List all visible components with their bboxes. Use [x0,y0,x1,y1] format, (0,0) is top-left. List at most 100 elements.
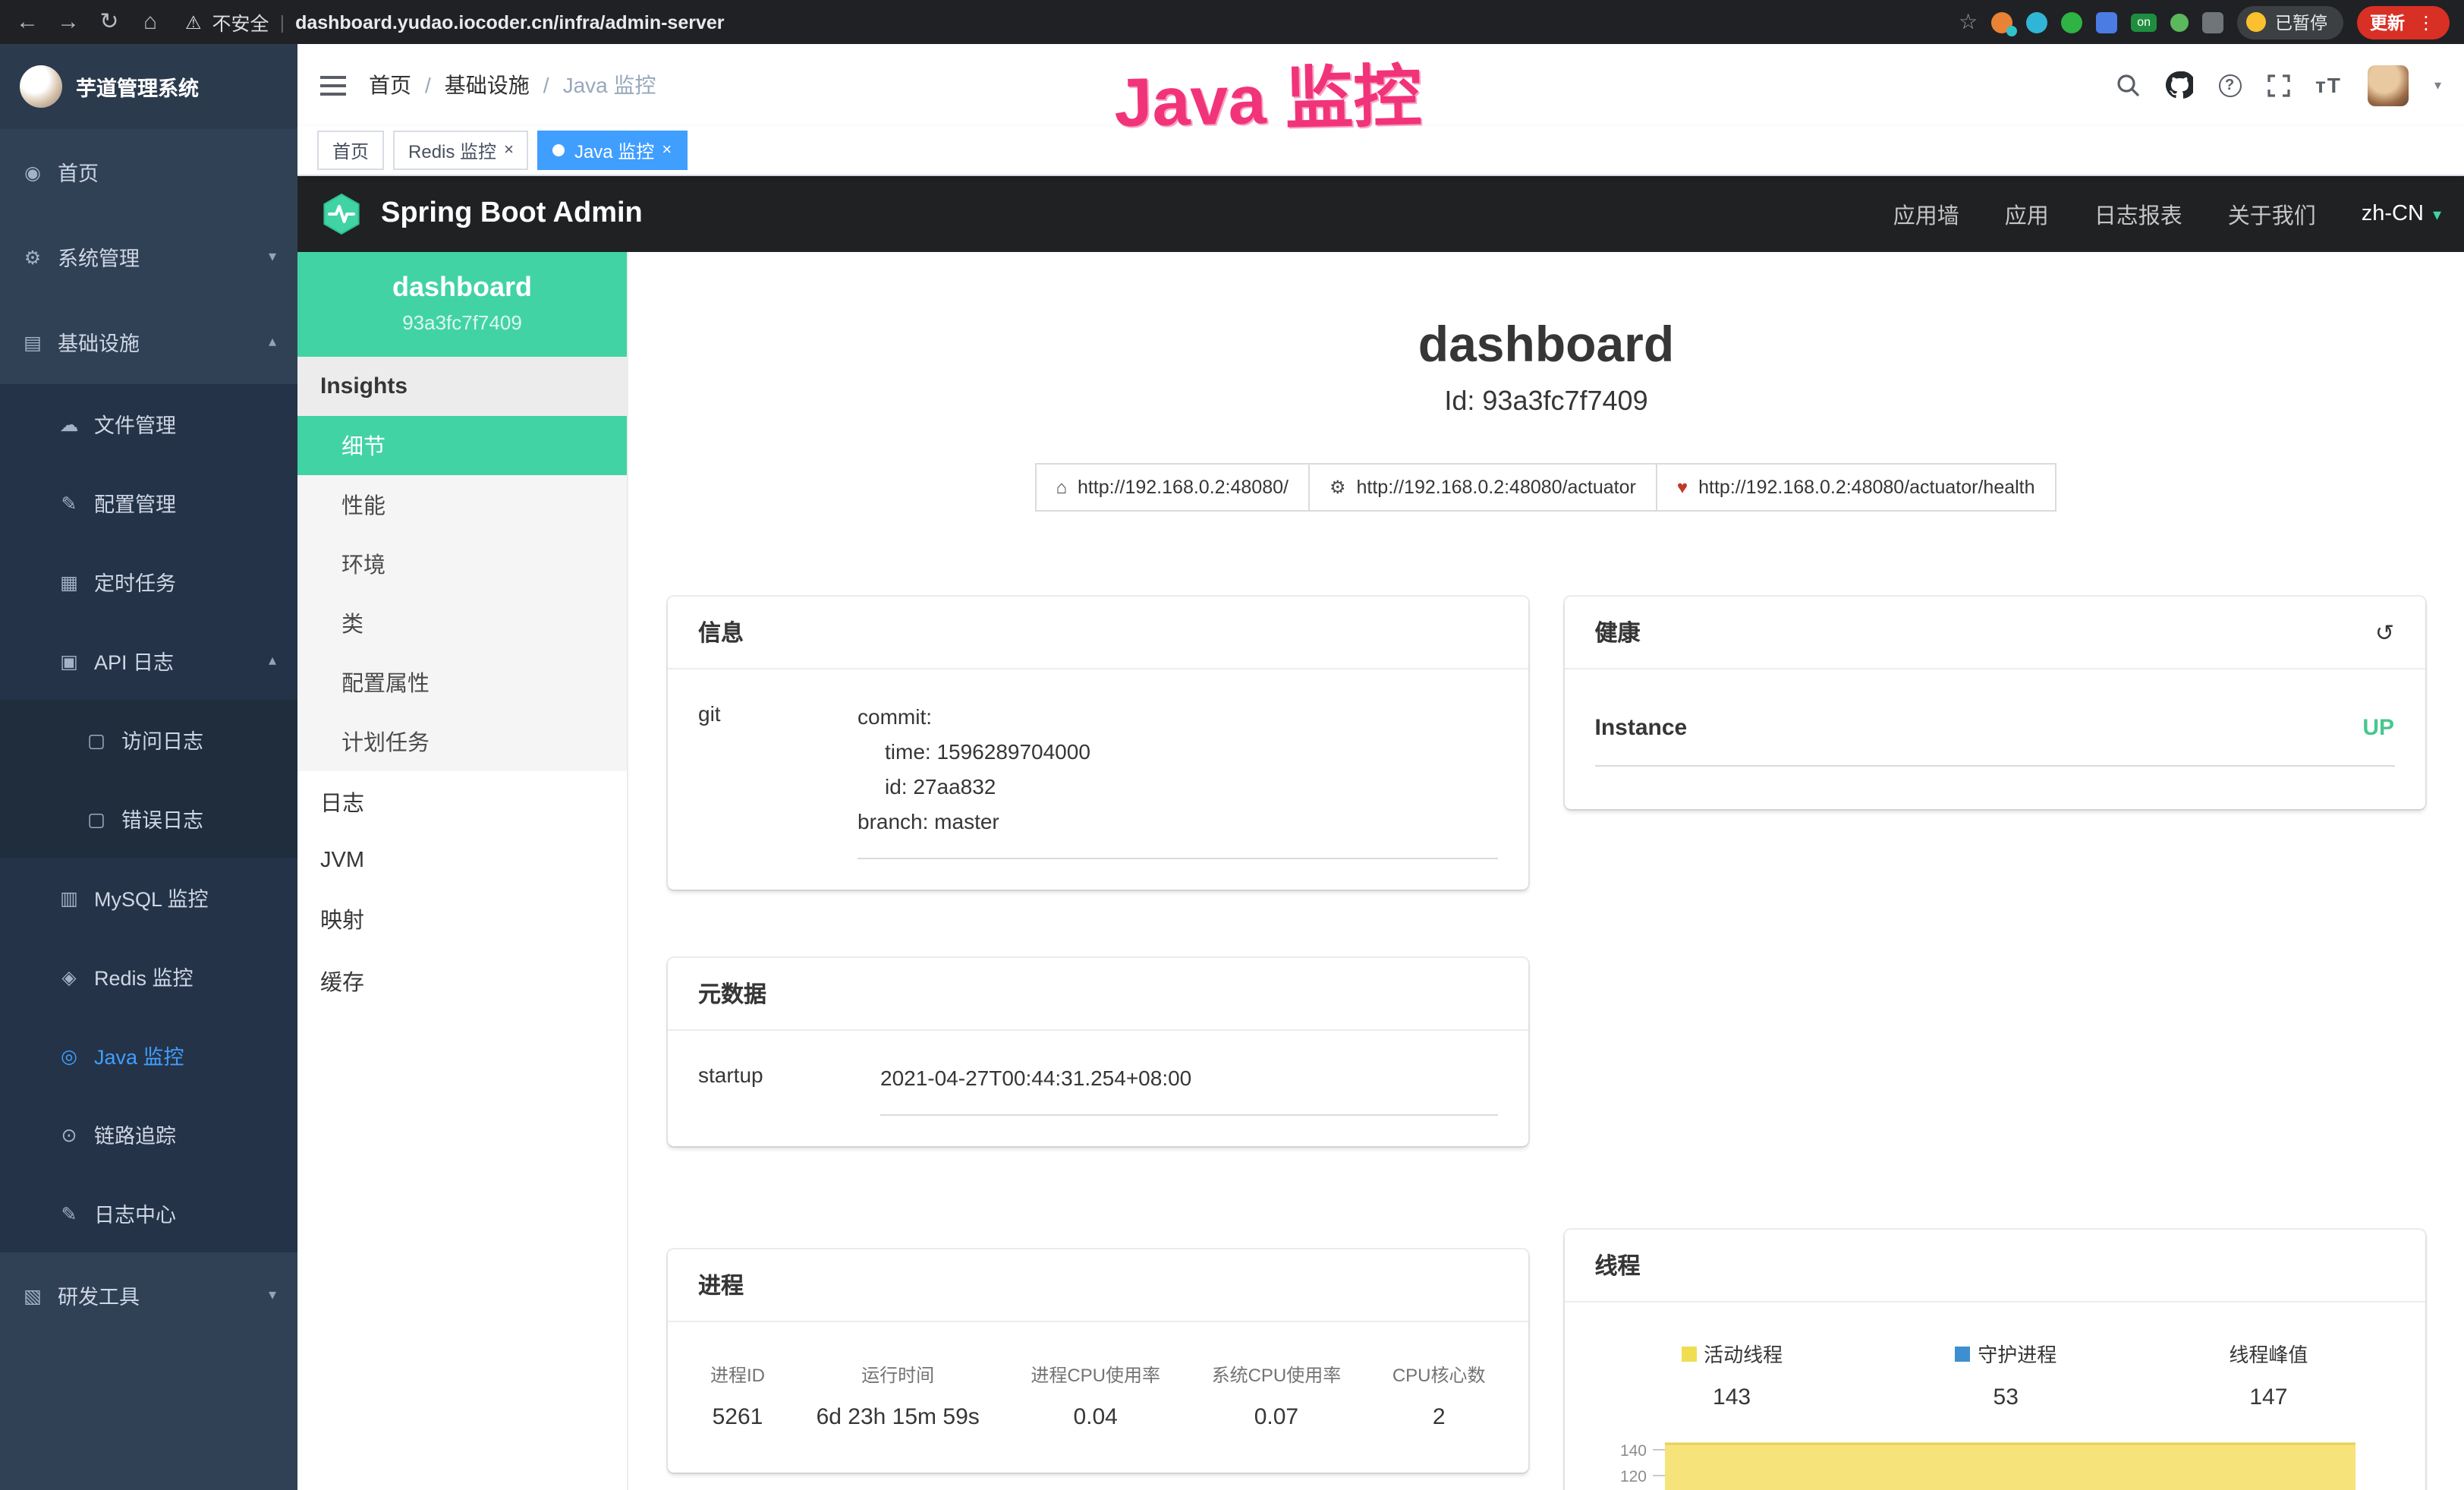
github-icon[interactable] [2165,71,2192,99]
sba-item-mappings[interactable]: 映射 [297,888,627,950]
sba-nav-applications[interactable]: 应用 [2005,198,2049,230]
browser-update-button[interactable]: 更新 ⋮ [2356,5,2449,39]
url-text[interactable]: dashboard.yudao.iocoder.cn/infra/admin-s… [295,11,724,33]
font-size-icon[interactable]: тT [2315,73,2342,97]
health-url-button[interactable]: ♥ http://192.168.0.2:48080/actuator/heal… [1656,463,2056,512]
sidebar-item-tracing[interactable]: ⊙ 链路追踪 [0,1095,297,1173]
avatar[interactable] [2368,65,2409,106]
close-icon[interactable]: × [662,142,672,159]
home-icon[interactable]: ⌂ [138,11,162,33]
gear-icon: ⚙ [21,245,44,268]
sba-frame: Spring Boot Admin 应用墙 应用 日志报表 关于我们 zh-CN… [297,176,2464,1490]
grid-extension-icon[interactable] [2096,11,2117,33]
kebab-menu-icon[interactable]: ⋮ [2417,11,2435,33]
sidebar-item-redis[interactable]: ◈ Redis 监控 [0,937,297,1016]
search-icon[interactable] [2115,73,2139,97]
browser-actions: ☆ on 已暂停 更新 ⋮ [1959,5,2449,39]
metric-uptime: 运行时间 6d 23h 15m 59s [817,1362,980,1431]
tab-redis-monitor[interactable]: Redis 监控 × [393,131,529,170]
sidebar-item-system[interactable]: ⚙ 系统管理 ▾ [0,214,297,299]
service-url-button[interactable]: ⌂ http://192.168.0.2:48080/ [1034,463,1310,512]
card-title: 信息 [698,616,744,648]
sba-group-items: 细节 性能 环境 类 配置属性 计划任务 [297,416,627,771]
sidebar-item-config[interactable]: ✎ 配置管理 [0,463,297,542]
logo-avatar [20,65,62,108]
cloud-icon: ☁ [58,412,80,435]
sidebar-item-jobs[interactable]: ▦ 定时任务 [0,542,297,621]
wrench-icon: ⚙ [1330,477,1346,498]
sidebar-item-mysql[interactable]: ▥ MySQL 监控 [0,858,297,937]
check-extension-icon[interactable] [2061,11,2082,33]
card-title: 线程 [1595,1249,1641,1281]
address-bar[interactable]: ⚠ 不安全 | dashboard.yudao.iocoder.cn/infra… [185,8,725,36]
reload-icon[interactable]: ↻ [97,11,121,33]
git-time-line: time: 1596289704000 [858,735,1498,770]
sba-item-logs[interactable]: 日志 [297,771,627,833]
instance-links: ⌂ http://192.168.0.2:48080/ ⚙ http://192… [628,463,2464,512]
sidebar-item-java-monitor[interactable]: ◎ Java 监控 [0,1016,297,1095]
instance-header[interactable]: dashboard 93a3fc7f7409 [297,252,627,357]
briefcase-icon: ▧ [21,1284,44,1306]
breadcrumb-home[interactable]: 首页 [369,70,411,100]
sidebar-item-infra[interactable]: ▤ 基础设施 ▴ [0,299,297,384]
security-label[interactable]: 不安全 [212,8,269,36]
sba-item-environment[interactable]: 环境 [297,534,627,594]
sba-nav-about[interactable]: 关于我们 [2228,198,2316,230]
puzzle-extension-icon[interactable] [2202,11,2223,33]
locale-selector[interactable]: zh-CN ▾ [2362,202,2441,226]
sidebar-item-error-log[interactable]: ▢ 错误日志 [0,779,297,858]
sba-item-jvm[interactable]: JVM [297,833,627,888]
sidebar-item-home[interactable]: ◉ 首页 [0,129,297,214]
sba-group-insights[interactable]: Insights [297,357,627,416]
sprout-extension-icon[interactable] [2170,13,2189,31]
sidebar-label: 定时任务 [94,566,176,597]
back-icon[interactable]: ← [15,11,39,33]
history-icon[interactable]: ↺ [2375,619,2394,646]
bookmark-star-icon[interactable]: ☆ [1959,9,1978,35]
help-icon[interactable]: ? [2218,74,2241,96]
sba-item-classes[interactable]: 类 [297,594,627,653]
sba-item-config-props[interactable]: 配置属性 [297,653,627,712]
page-title: dashboard [628,316,2464,373]
row-key: git [698,700,858,860]
sba-item-metrics[interactable]: 性能 [297,475,627,534]
process-metrics: 进程ID 5261 运行时间 6d 23h 15m 59s [698,1353,1498,1443]
tab-java-monitor[interactable]: Java 监控 × [538,131,687,170]
drop-extension-icon[interactable] [2026,11,2047,33]
close-icon[interactable]: × [504,142,514,159]
extension-badge-dot [2006,25,2017,36]
actuator-url-button[interactable]: ⚙ http://192.168.0.2:48080/actuator [1308,463,1657,512]
edit-icon: ✎ [58,491,80,514]
tab-home[interactable]: 首页 [317,131,384,170]
git-commit-line: commit: [858,700,1498,735]
chevron-down-icon[interactable]: ▾ [2434,77,2441,93]
hamburger-icon[interactable] [320,74,346,96]
app-logo[interactable]: 芋道管理系统 [0,44,297,129]
sba-nav: 应用墙 应用 日志报表 关于我们 zh-CN ▾ [1893,198,2441,230]
warning-icon: ⚠ [185,11,202,33]
fox-extension-icon[interactable] [1991,11,2012,33]
sidebar-item-log-center[interactable]: ✎ 日志中心 [0,1173,297,1252]
profile-paused-badge[interactable]: 已暂停 [2237,5,2343,39]
sidebar-label: 配置管理 [94,487,176,518]
sba-item-caches[interactable]: 缓存 [297,950,627,1013]
live-threads-area [1665,1444,2355,1490]
fullscreen-icon[interactable] [2267,74,2289,96]
breadcrumb-current: Java 监控 [563,70,656,100]
on-toggle-extension-icon[interactable]: on [2131,13,2157,31]
sba-item-scheduled-tasks[interactable]: 计划任务 [297,712,627,771]
sba-item-details[interactable]: 细节 [297,416,627,475]
breadcrumb-infra[interactable]: 基础设施 [445,70,530,100]
sba-nav-wallboard[interactable]: 应用墙 [1893,198,1959,230]
chevron-down-icon: ▾ [269,1287,276,1303]
sidebar-item-access-log[interactable]: ▢ 访问日志 [0,700,297,779]
header-actions: ? тT ▾ [2115,65,2441,106]
edit-icon: ✎ [58,1202,80,1224]
sidebar-item-api-log[interactable]: ▣ API 日志 ▴ [0,621,297,700]
sba-brand-title[interactable]: Spring Boot Admin [381,197,643,231]
forward-icon[interactable]: → [56,11,80,33]
sidebar-item-dev-tools[interactable]: ▧ 研发工具 ▾ [0,1252,297,1337]
sba-nav-journal[interactable]: 日志报表 [2094,198,2182,230]
sidebar-item-files[interactable]: ☁ 文件管理 [0,384,297,463]
tab-label: Java 监控 [574,137,654,163]
